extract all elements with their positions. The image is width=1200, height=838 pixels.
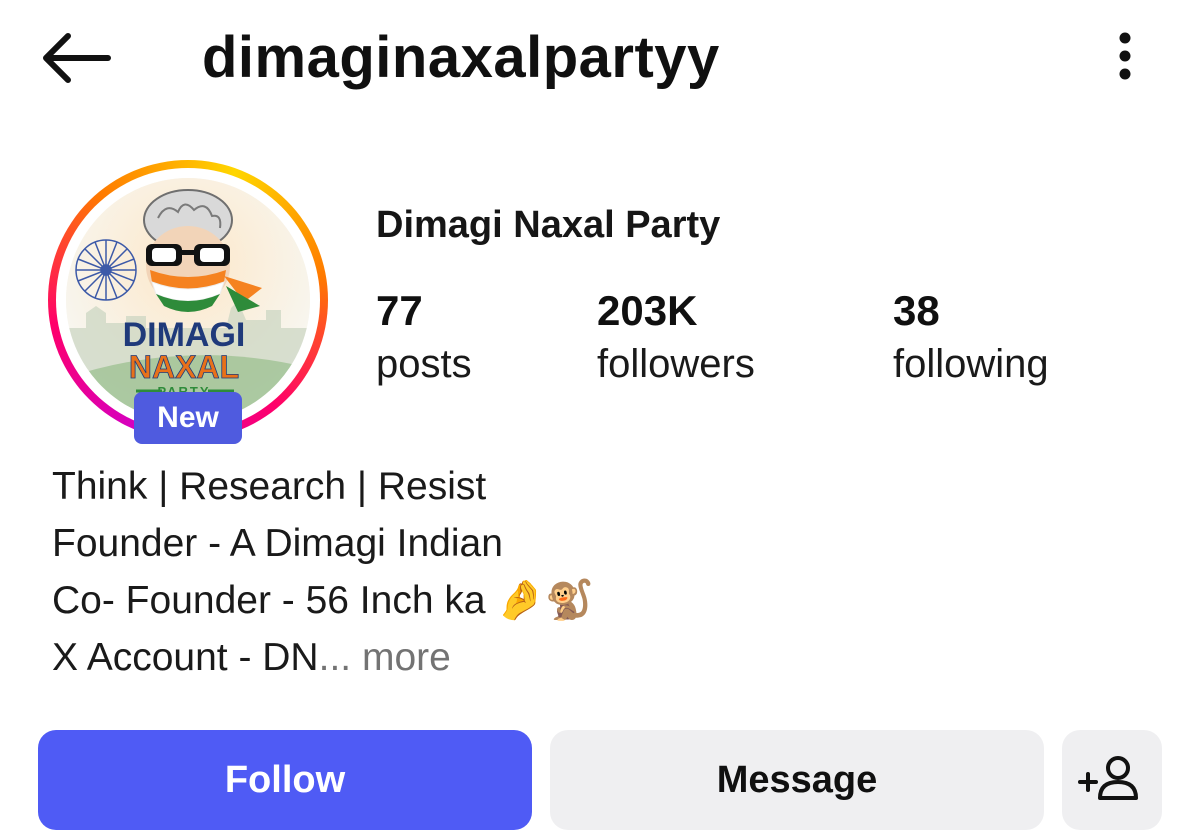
stat-value: 77 xyxy=(376,287,423,334)
suggested-accounts-button[interactable] xyxy=(1062,730,1162,830)
bio-more-link[interactable]: more xyxy=(362,636,451,679)
stat-label: followers xyxy=(597,342,755,386)
message-button[interactable]: Message xyxy=(550,730,1044,830)
bio-ellipsis: ... xyxy=(318,636,362,679)
avatar-image: DIMAGI NAXAL PARTY xyxy=(66,178,310,422)
bio-emoji: 🤌🐒 xyxy=(496,578,594,623)
logo-text-naxal: NAXAL xyxy=(129,349,239,385)
new-badge: New xyxy=(134,392,242,444)
stat-posts[interactable]: 77 posts xyxy=(376,284,472,390)
more-options-icon xyxy=(1119,32,1131,80)
display-name: Dimagi Naxal Party xyxy=(376,204,721,246)
follow-button[interactable]: Follow xyxy=(38,730,532,830)
stat-value: 38 xyxy=(893,287,940,334)
profile-screen: dimaginaxalpartyy DIMAGI NAXAL New Dimag… xyxy=(0,0,1200,838)
stat-followers[interactable]: 203K followers xyxy=(597,284,755,390)
stat-label: following xyxy=(893,342,1049,386)
bio: Think | Research | Resist Founder - A Di… xyxy=(52,458,594,686)
back-button[interactable] xyxy=(38,28,114,88)
bio-line: Founder - A Dimagi Indian xyxy=(52,522,503,565)
stat-value: 203K xyxy=(597,287,698,334)
bio-line: Co- Founder - 56 Inch ka 🤌🐒 xyxy=(52,578,594,623)
profile-username: dimaginaxalpartyy xyxy=(202,25,720,90)
bio-line: X Account - DN... more xyxy=(52,636,451,679)
more-options-button[interactable] xyxy=(1104,26,1146,90)
stat-label: posts xyxy=(376,342,472,386)
add-person-icon xyxy=(1078,756,1138,800)
back-arrow-icon xyxy=(43,33,111,83)
bio-line: Think | Research | Resist xyxy=(52,465,487,508)
party-logo: DIMAGI NAXAL PARTY xyxy=(66,178,310,422)
stat-following[interactable]: 38 following xyxy=(893,284,1049,390)
